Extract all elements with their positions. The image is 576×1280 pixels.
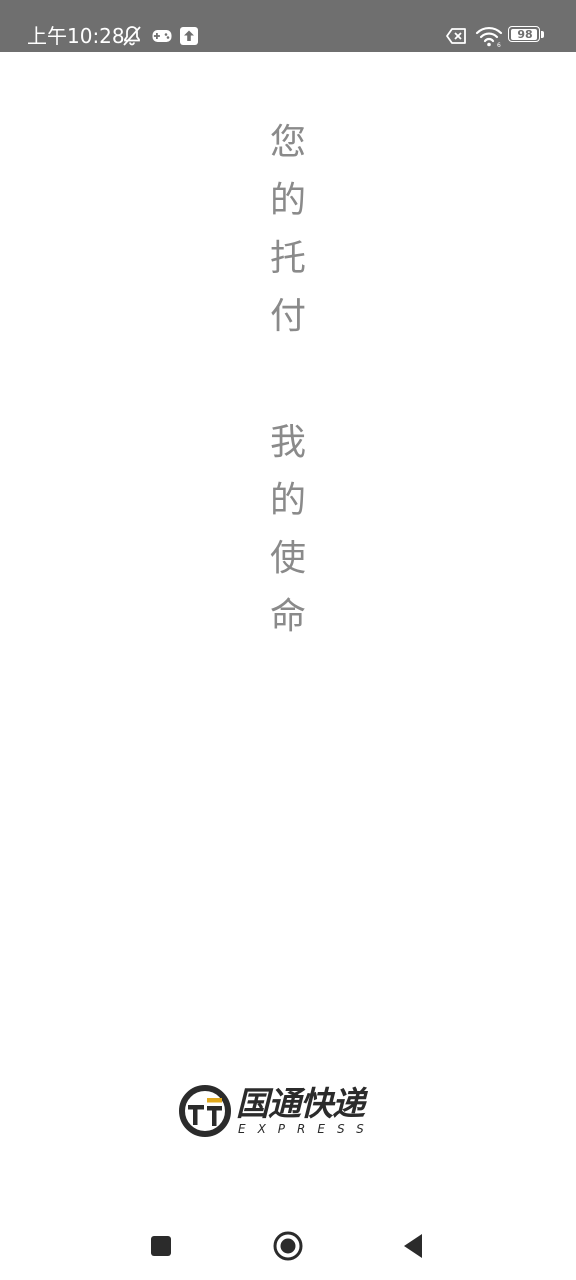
slogan-char: 付 — [269, 296, 306, 337]
logo-name: 国通快递 — [236, 1084, 365, 1123]
recents-button[interactable] — [143, 1228, 179, 1264]
square-icon — [151, 1236, 171, 1256]
upload-icon — [177, 24, 201, 48]
triangle-back-icon — [404, 1234, 422, 1258]
sim-error-icon — [445, 24, 469, 48]
slogan-line-2: 我 的 使 命 — [268, 418, 308, 650]
slogan-char: 托 — [269, 238, 306, 279]
home-button[interactable] — [270, 1228, 306, 1264]
logo-mark-icon — [178, 1084, 232, 1138]
brand-logo: 国通快递 EXPRESS — [178, 1082, 398, 1142]
slogan-char: 您 — [269, 122, 306, 163]
slogan-char: 我 — [269, 422, 306, 463]
slogan-char: 的 — [269, 180, 306, 221]
gamepad-icon — [150, 24, 174, 48]
svg-text:6: 6 — [497, 42, 501, 48]
slogan-char: 使 — [269, 538, 306, 579]
navigation-bar — [0, 1210, 576, 1280]
circle-icon — [273, 1231, 303, 1261]
logo-subtitle: EXPRESS — [238, 1122, 376, 1136]
battery-percent: 98 — [517, 28, 533, 41]
battery-body: 98 — [508, 26, 540, 42]
back-button[interactable] — [396, 1228, 432, 1264]
battery-tip — [541, 31, 544, 38]
slogan-line-1: 您 的 托 付 — [268, 118, 308, 350]
battery-icon: 98 — [508, 26, 546, 44]
slogan-char: 的 — [269, 480, 306, 521]
status-time: 上午10:28 — [27, 24, 125, 48]
slogan-char: 命 — [269, 596, 306, 637]
wifi-icon: 6 — [475, 24, 503, 48]
status-bar: 上午10:28 6 98 — [0, 0, 576, 52]
mute-bell-icon — [120, 24, 144, 48]
